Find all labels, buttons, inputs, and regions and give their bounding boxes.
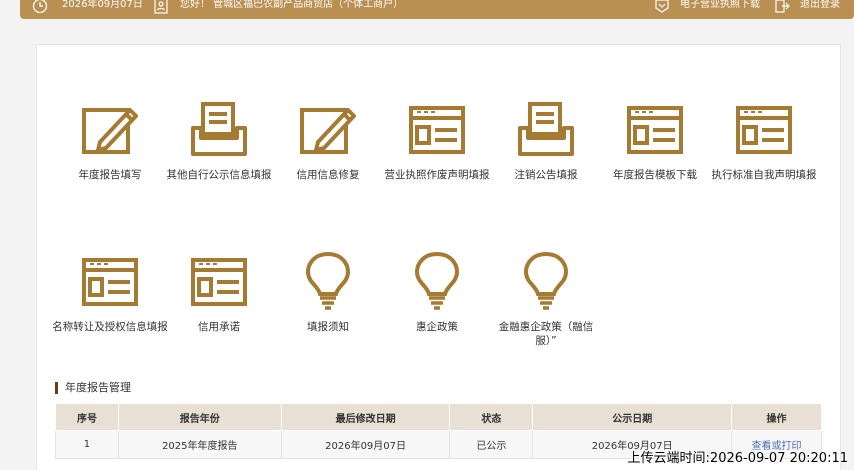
- license-card-icon: [82, 258, 138, 306]
- tile-label: 年度报告模板下载: [613, 169, 697, 181]
- col-header: 最后修改日期: [280, 403, 451, 431]
- pencil-doc-icon: [300, 108, 356, 154]
- license-card-icon: [736, 106, 792, 154]
- cell-index: 1: [55, 430, 119, 459]
- col-header: 公示日期: [532, 403, 733, 431]
- col-header: 状态: [449, 403, 534, 431]
- shield-download-icon[interactable]: [654, 0, 670, 14]
- inbox-doc-icon: [518, 102, 574, 156]
- tile-label: 执行标准自我声明填报: [711, 169, 817, 181]
- col-header: 序号: [55, 403, 119, 431]
- greeting-text: 您好！ 管城区福巴农副产品商贸店（个体工商户）: [180, 0, 404, 10]
- tile-label: 其他自行公示信息填报: [166, 169, 272, 181]
- tile-label: 年度报告填写: [78, 169, 142, 181]
- tile-label: 注销公告填报: [514, 169, 578, 181]
- tile-label: 名称转让及授权信息填报: [52, 321, 168, 333]
- cell-modified-date: 2026年09月07日: [280, 430, 451, 459]
- col-header: 操作: [731, 403, 822, 431]
- tile-label: 营业执照作废声明填报: [384, 169, 490, 181]
- upload-timestamp-watermark: 上传云端时间:2026-09-07 20:20:11: [627, 451, 848, 466]
- cell-status: 已公示: [449, 430, 534, 459]
- tile-label: 填报须知: [307, 321, 349, 333]
- user-doc-icon: [154, 0, 168, 14]
- pencil-doc-icon: [82, 108, 138, 154]
- license-card-icon: [191, 258, 247, 306]
- inbox-doc-icon: [191, 102, 247, 156]
- lightbulb-icon: [306, 252, 350, 310]
- tile-label: 惠企政策: [416, 321, 458, 333]
- lightbulb-icon: [415, 252, 459, 310]
- lightbulb-icon: [524, 252, 568, 310]
- top-bar: 2026年09月07日 您好！ 管城区福巴农副产品商贸店（个体工商户） 电子营业…: [20, 0, 854, 19]
- logout-link[interactable]: 退出登录: [800, 0, 840, 11]
- report-section-title: 年度报告管理: [55, 381, 131, 395]
- col-header: 报告年份: [117, 403, 282, 431]
- tile-label: 信用承诺: [198, 321, 240, 333]
- tile-label: 信用信息修复: [296, 169, 360, 181]
- cell-report-year: 2025年年度报告: [117, 430, 282, 459]
- clock-icon: [32, 0, 48, 14]
- tile-label: 金融惠企政策（融信服）”: [498, 321, 594, 347]
- license-card-icon: [409, 106, 465, 154]
- license-download-link[interactable]: 电子营业执照下载: [680, 0, 760, 11]
- current-date: 2026年09月07日: [62, 0, 143, 10]
- license-card-icon: [627, 106, 683, 154]
- table-header-row: 序号 报告年份 最后修改日期 状态 公示日期 操作: [55, 403, 822, 431]
- logout-icon[interactable]: [774, 0, 790, 14]
